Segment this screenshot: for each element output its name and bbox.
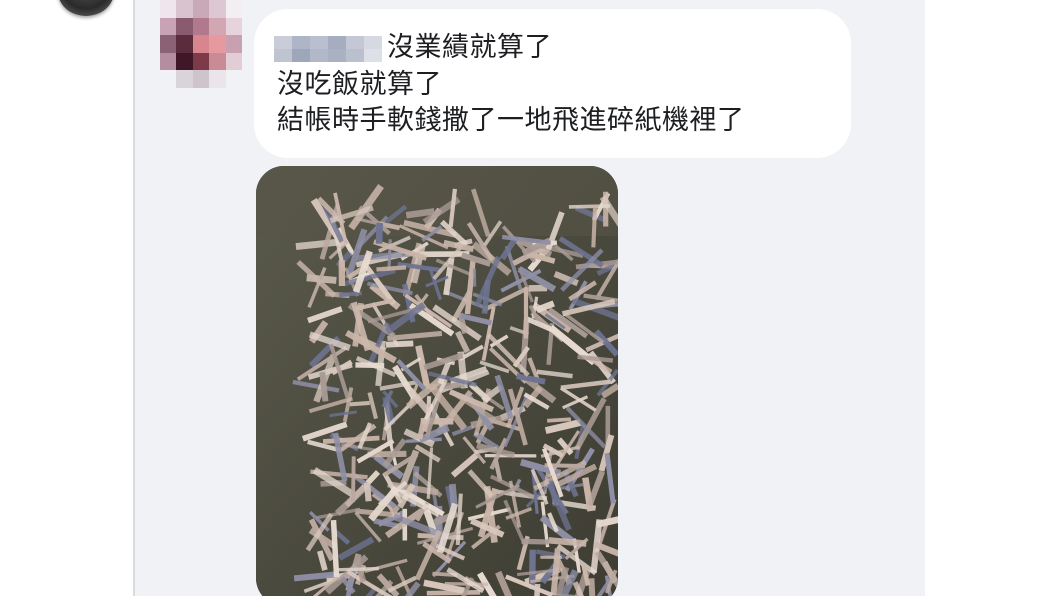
commenter-avatar-pixelated[interactable] <box>160 0 242 88</box>
cropped-avatar <box>58 0 114 16</box>
paper-strip <box>472 268 477 287</box>
left-margin <box>0 0 134 596</box>
comment-text-line-3: 結帳時手軟錢撒了一地飛進碎紙機裡了 <box>277 105 745 136</box>
comment-text-line-2: 沒吃飯就算了 <box>277 69 442 100</box>
right-margin <box>925 0 1060 596</box>
paper-strip <box>351 456 356 503</box>
comment-text-line-1: 沒業績就算了 <box>387 32 552 63</box>
paper-strip <box>375 222 384 244</box>
shredded-paper-image <box>256 166 618 596</box>
paper-strip <box>521 538 549 545</box>
paper-strip <box>588 578 596 596</box>
shredded-paper-money-photo[interactable] <box>256 166 618 596</box>
comment-bubble: 沒業績就算了 沒吃飯就算了 結帳時手軟錢撒了一地飛進碎紙機裡了 <box>254 9 851 158</box>
paper-strip <box>523 287 529 339</box>
paper-strip <box>528 549 536 590</box>
paper-strip <box>338 260 346 287</box>
